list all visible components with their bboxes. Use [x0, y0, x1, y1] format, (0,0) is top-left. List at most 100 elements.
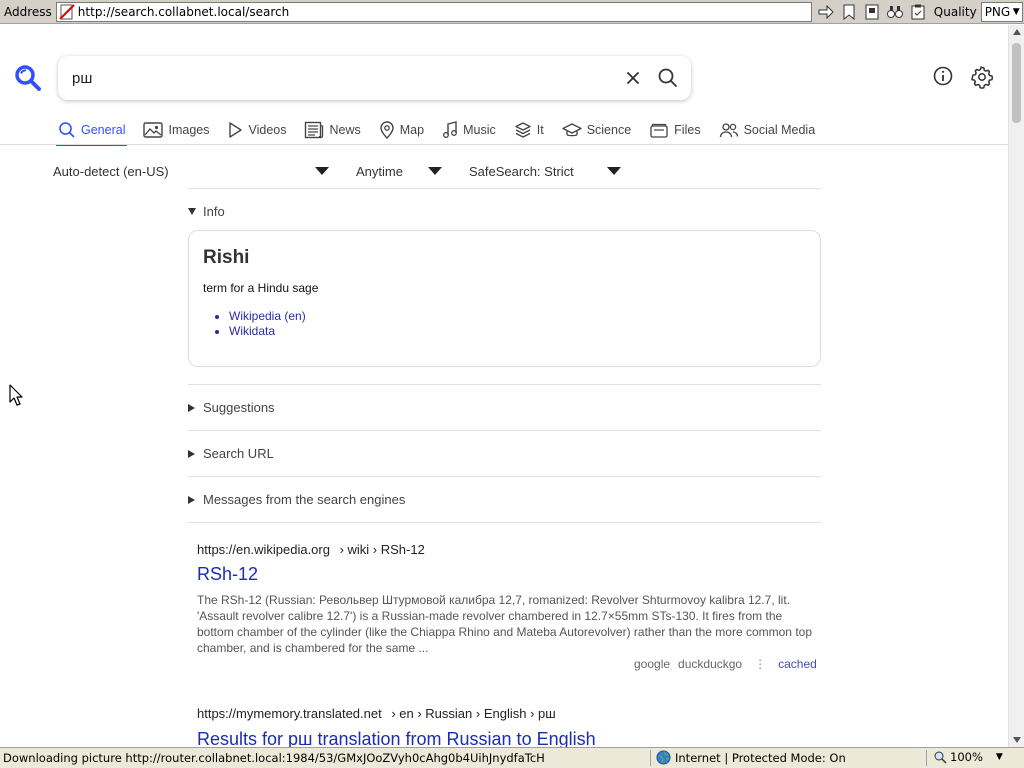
graduation-cap-icon: [562, 123, 582, 137]
search-url-toggle[interactable]: Search URL: [188, 446, 274, 461]
scroll-down-icon[interactable]: [1013, 737, 1021, 743]
tab-map[interactable]: Map: [377, 116, 426, 144]
wikipedia-link[interactable]: Wikipedia (en): [229, 309, 306, 324]
url-field[interactable]: http://search.collabnet.local/search: [55, 1, 812, 22]
divider: [188, 430, 821, 431]
zoom-icon: [934, 751, 947, 764]
address-label: Address: [4, 4, 52, 19]
info-header: Info: [203, 204, 225, 219]
result-title-link[interactable]: RSh-12: [197, 564, 258, 585]
triangle-right-icon: [188, 403, 195, 412]
image-icon: [143, 122, 164, 138]
tab-videos[interactable]: Videos: [225, 116, 288, 144]
triangle-right-icon: [188, 495, 195, 504]
info-toggle[interactable]: Info: [188, 204, 225, 219]
binoculars-icon[interactable]: [885, 2, 905, 22]
scroll-thumb[interactable]: [1012, 43, 1021, 123]
triangle-down-icon: [188, 208, 196, 215]
tab-news[interactable]: News: [302, 116, 362, 144]
scroll-up-icon[interactable]: [1013, 29, 1021, 35]
result-url-host: https://mymemory.translated.net: [197, 706, 382, 721]
divider: [188, 522, 821, 523]
engine-duckduckgo: duckduckgo: [678, 657, 743, 671]
quality-select[interactable]: PNG ▼: [980, 1, 1023, 22]
tab-files[interactable]: Files: [647, 116, 702, 144]
zoom-control[interactable]: 100% ▼: [934, 750, 1003, 764]
category-divider: [0, 144, 1008, 145]
browser-address-bar: Address http://search.collabnet.local/se…: [0, 0, 1024, 24]
security-zone[interactable]: Internet | Protected Mode: On: [656, 750, 846, 765]
search-box: [58, 56, 691, 100]
quality-value: PNG: [984, 4, 1011, 19]
result-engines: google duckduckgo ⋮ cached: [634, 657, 817, 671]
zone-text: Internet | Protected Mode: On: [675, 750, 846, 765]
cached-link[interactable]: cached: [778, 657, 817, 671]
divider: [188, 476, 821, 477]
people-icon: [719, 123, 738, 138]
clipboard-icon[interactable]: [908, 2, 928, 22]
quality-label: Quality: [933, 4, 977, 19]
engine-messages-label: Messages from the search engines: [203, 492, 406, 507]
result-url[interactable]: https://mymemory.translated.net › en › R…: [197, 706, 556, 721]
result-url[interactable]: https://en.wikipedia.org › wiki › RSh-12: [197, 542, 425, 557]
category-tabs: General Images Videos News Map Music It …: [56, 116, 831, 146]
tab-label: Music: [463, 123, 496, 137]
divider: [188, 384, 821, 385]
tab-music[interactable]: Music: [440, 116, 498, 144]
engine-messages-toggle[interactable]: Messages from the search engines: [188, 492, 405, 507]
caret-down-icon: [607, 167, 621, 175]
magnifier-icon: [59, 122, 75, 138]
time-range-select[interactable]: Anytime: [356, 160, 446, 182]
divider: [188, 188, 821, 189]
clear-icon[interactable]: [623, 68, 643, 88]
status-divider: [650, 750, 651, 766]
infobox-links: Wikipedia (en) Wikidata: [229, 309, 306, 339]
gear-icon[interactable]: [970, 65, 994, 89]
tab-images[interactable]: Images: [141, 116, 211, 144]
filter-bar: Auto-detect (en-US) Anytime SafeSearch: …: [0, 160, 1008, 182]
url-text: http://search.collabnet.local/search: [77, 4, 290, 19]
newspaper-icon: [305, 121, 324, 139]
blocked-page-icon: [59, 3, 75, 20]
vertical-scrollbar[interactable]: [1008, 25, 1024, 747]
result-url-host: https://en.wikipedia.org: [197, 542, 330, 557]
status-text: Downloading picture http://router.collab…: [3, 751, 545, 765]
language-select[interactable]: Auto-detect (en-US): [53, 160, 333, 182]
go-arrow-icon[interactable]: [816, 2, 836, 22]
engine-google: google: [634, 657, 671, 671]
safesearch-value: SafeSearch: Strict: [469, 163, 574, 179]
layers-icon: [515, 122, 531, 138]
infobox-card: Rishi term for a Hindu sage Wikipedia (e…: [188, 230, 821, 367]
tab-label: Files: [674, 123, 701, 137]
info-icon[interactable]: [932, 65, 954, 87]
tab-science[interactable]: Science: [560, 116, 633, 144]
caret-down-icon: [428, 167, 442, 175]
tab-label: General: [81, 123, 126, 137]
status-bar: Downloading picture http://router.collab…: [0, 747, 1024, 768]
search-icon[interactable]: [657, 67, 679, 89]
tab-label: Social Media: [743, 123, 816, 137]
suggestions-toggle[interactable]: Suggestions: [188, 400, 275, 415]
status-divider: [926, 750, 927, 766]
mouse-cursor-icon: [9, 384, 23, 406]
searx-logo-icon[interactable]: [14, 64, 42, 92]
map-pin-icon: [380, 121, 394, 139]
files-icon: [650, 123, 668, 138]
tab-label: Map: [399, 123, 425, 137]
tab-it[interactable]: It: [512, 116, 546, 144]
music-note-icon: [443, 121, 458, 138]
safesearch-select[interactable]: SafeSearch: Strict: [469, 160, 625, 182]
page-save-icon[interactable]: [862, 2, 882, 22]
triangle-right-icon: [188, 449, 195, 458]
tab-general[interactable]: General: [56, 116, 128, 146]
search-url-label: Search URL: [203, 446, 274, 461]
search-input[interactable]: [58, 69, 598, 87]
result-snippet: The RSh-12 (Russian: Револьвер Штурмовой…: [197, 593, 812, 655]
globe-icon: [656, 750, 671, 765]
play-icon: [229, 122, 243, 138]
tab-social-media[interactable]: Social Media: [717, 116, 818, 144]
bookmark-icon[interactable]: [839, 2, 859, 22]
infobox-title: Rishi: [203, 247, 250, 268]
more-vertical-icon[interactable]: ⋮: [754, 657, 766, 671]
wikidata-link[interactable]: Wikidata: [229, 324, 306, 339]
